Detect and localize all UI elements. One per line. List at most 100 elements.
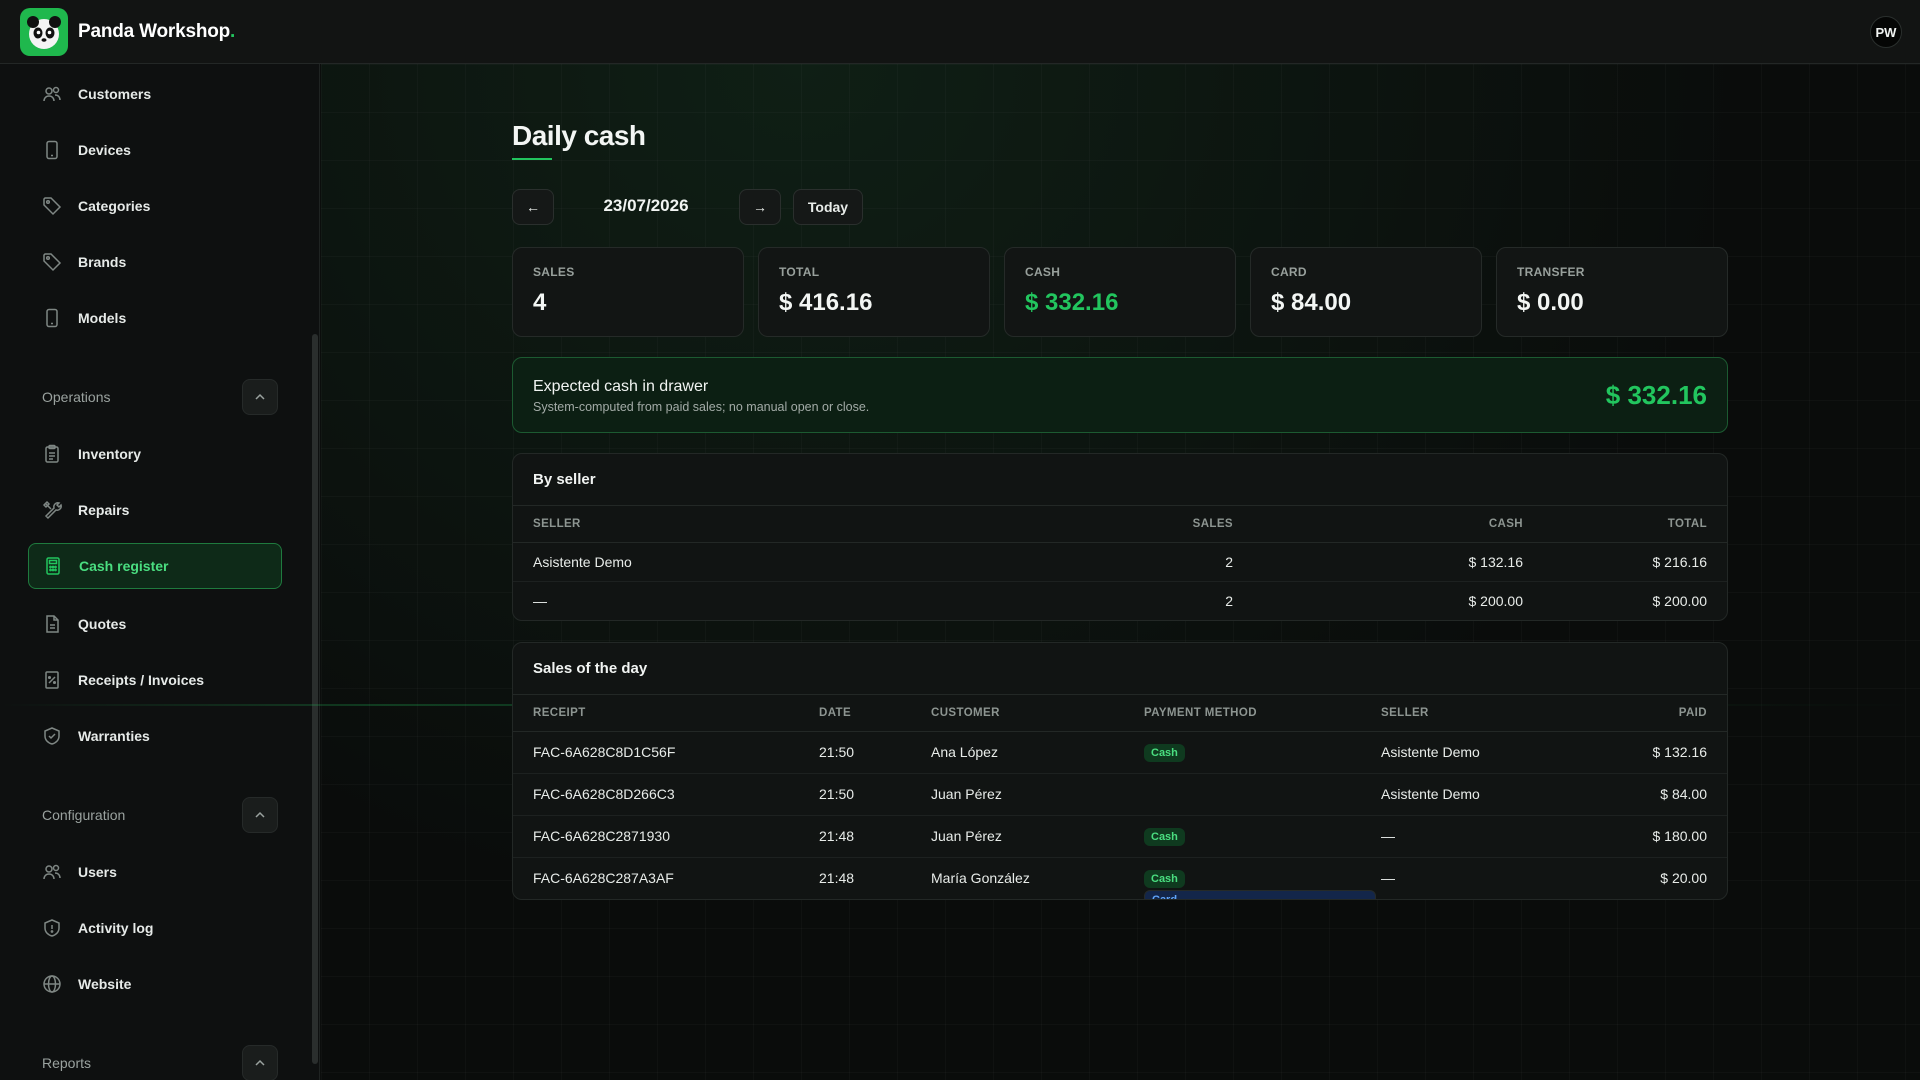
today-button[interactable]: Today — [793, 189, 863, 225]
stat-value: $ 84.00 — [1271, 289, 1352, 316]
brand-dot: . — [230, 20, 236, 42]
sidebar-item-website[interactable]: Website — [28, 961, 282, 1007]
stat-value: $ 332.16 — [1025, 289, 1119, 316]
sales-of-day-panel: Sales of the day RECEIPT DATE CUSTOMER P… — [512, 642, 1728, 900]
receipt-cell: FAC-6A628C8D266C3 — [513, 773, 799, 816]
sidebar-item-quotes[interactable]: Quotes — [28, 601, 282, 647]
sidebar-scrollbar[interactable] — [312, 334, 318, 1064]
sales-cell: 2 — [1053, 542, 1253, 582]
sidebar-item-models[interactable]: Models — [28, 295, 282, 341]
brand-name[interactable]: Panda Workshop. — [78, 21, 235, 43]
shield-check-icon — [42, 726, 62, 746]
seller-cell: — — [1361, 815, 1591, 858]
top-bar: Panda Workshop. PW — [0, 0, 1920, 64]
stat-card-sales: SALES 4 — [512, 247, 744, 337]
sidebar-item-label: Categories — [78, 198, 151, 214]
table-row[interactable]: Asistente Demo 2 $ 132.16 $ 216.16 — [513, 542, 1727, 582]
paid-cell: $ 132.16 — [1591, 731, 1727, 774]
sidebar-item-warranties[interactable]: Warranties — [28, 713, 282, 759]
table-header-row: RECEIPT DATE CUSTOMER PAYMENT METHOD SEL… — [513, 695, 1727, 732]
cash-cell: $ 132.16 — [1253, 542, 1543, 582]
sidebar-item-categories[interactable]: Categories — [28, 183, 282, 229]
total-cell: $ 216.16 — [1543, 542, 1727, 582]
seller-cell: — — [533, 592, 547, 609]
section-operations[interactable]: Operations — [42, 379, 278, 415]
brand-text: Panda Workshop — [78, 20, 231, 42]
sidebar-item-repairs[interactable]: Repairs — [28, 487, 282, 533]
stat-label: CASH — [1025, 265, 1061, 279]
sidebar-item-label: Devices — [78, 142, 131, 158]
next-day-button[interactable]: → — [739, 189, 781, 225]
stat-value: 4 — [533, 289, 547, 316]
page-title: Daily cash — [512, 120, 646, 151]
table-row[interactable]: — 2 $ 200.00 $ 200.00 — [513, 581, 1727, 620]
current-date: 23/07/2026 — [603, 196, 689, 215]
table-row[interactable]: FAC-6A628C8D1C56F 21:50 Ana López Cash A… — [513, 731, 1727, 774]
stat-label: TOTAL — [779, 265, 820, 279]
date-cell: 21:48 — [799, 815, 911, 858]
column-header: CUSTOMER — [911, 695, 1124, 732]
sidebar-item-devices[interactable]: Devices — [28, 127, 282, 173]
column-header: SELLER — [513, 506, 1053, 543]
expected-cash-amount: $ 332.16 — [1605, 380, 1707, 410]
panel-title: By seller — [513, 454, 1727, 506]
by-seller-panel: By seller SELLER SALES CASH TOTAL Asiste… — [512, 453, 1728, 621]
prev-day-button[interactable]: ← — [512, 189, 554, 225]
paid-cell: $ 180.00 — [1591, 815, 1727, 858]
sidebar-item-cash-register[interactable]: Cash register — [28, 543, 282, 589]
column-header: RECEIPT — [513, 695, 799, 732]
panda-logo-icon[interactable] — [20, 7, 68, 56]
table-row[interactable]: FAC-6A628C2871930 21:48 Juan Pérez Cash … — [513, 815, 1727, 858]
payment-badge: Card — [1144, 890, 1376, 899]
sidebar-item-brands[interactable]: Brands — [28, 239, 282, 285]
customer-cell: María González — [931, 870, 1030, 887]
date-cell: 21:50 — [799, 773, 911, 816]
stat-label: SALES — [533, 265, 575, 279]
sidebar-item-customers[interactable]: Customers — [28, 71, 282, 117]
document-icon — [42, 614, 62, 634]
sidebar-item-label: Models — [78, 310, 127, 326]
sidebar-item-label: Users — [78, 864, 117, 880]
date-cell: 21:48 — [819, 870, 855, 887]
sidebar-item-users[interactable]: Users — [28, 849, 282, 895]
sidebar-item-label: Repairs — [78, 502, 130, 518]
section-configuration[interactable]: Configuration — [42, 797, 278, 833]
table-row[interactable]: FAC-6A628C8D266C3 21:50 Juan Pérez Card … — [513, 773, 1727, 899]
column-header: PAYMENT METHOD — [1124, 695, 1361, 732]
shield-icon — [42, 918, 62, 938]
users-icon — [42, 84, 62, 104]
customer-cell: Juan Pérez — [911, 773, 1124, 816]
stat-label: TRANSFER — [1517, 265, 1585, 279]
table-row[interactable]: FAC-6A628C287A3AF 21:48 María González C… — [513, 857, 1727, 899]
globe-icon — [42, 974, 62, 994]
expected-cash-panel: Expected cash in drawer System-computed … — [512, 357, 1728, 433]
chevron-up-icon[interactable] — [242, 379, 278, 415]
section-reports[interactable]: Reports — [42, 1045, 278, 1080]
chevron-up-icon[interactable] — [242, 797, 278, 833]
payment-method-cell: Card — [1124, 773, 1376, 899]
payment-method-cell: Cash — [1124, 731, 1361, 774]
user-avatar[interactable]: PW — [1870, 16, 1902, 48]
seller-cell: — — [1381, 870, 1395, 887]
seller-cell: Asistente Demo — [1361, 773, 1591, 816]
sales-table: RECEIPT DATE CUSTOMER PAYMENT METHOD SEL… — [513, 695, 1727, 899]
payment-badge: Cash — [1144, 743, 1185, 762]
expected-cash-title: Expected cash in drawer — [533, 378, 709, 395]
tag-icon — [42, 196, 62, 216]
chevron-up-icon[interactable] — [242, 1045, 278, 1080]
payment-method-cell: Cash — [1124, 815, 1361, 858]
sidebar-item-inventory[interactable]: Inventory — [28, 431, 282, 477]
total-cell: $ 200.00 — [1652, 592, 1708, 609]
stat-value: $ 416.16 — [779, 289, 873, 316]
receipt-icon — [42, 670, 62, 690]
customer-cell: Ana López — [911, 731, 1124, 774]
receipt-cell: FAC-6A628C8D1C56F — [513, 731, 799, 774]
sidebar-item-activity-log[interactable]: Activity log — [28, 905, 282, 951]
paid-cell: $ 84.00 — [1591, 773, 1727, 816]
expected-cash-subtitle: System-computed from paid sales; no manu… — [533, 400, 870, 414]
payment-badge: Cash — [1144, 869, 1185, 888]
receipt-cell: FAC-6A628C2871930 — [513, 815, 799, 858]
sidebar-item-receipts-invoices[interactable]: Receipts / Invoices — [28, 657, 282, 703]
stat-card-total: TOTAL $ 416.16 — [758, 247, 990, 337]
column-header: CASH — [1253, 506, 1543, 543]
